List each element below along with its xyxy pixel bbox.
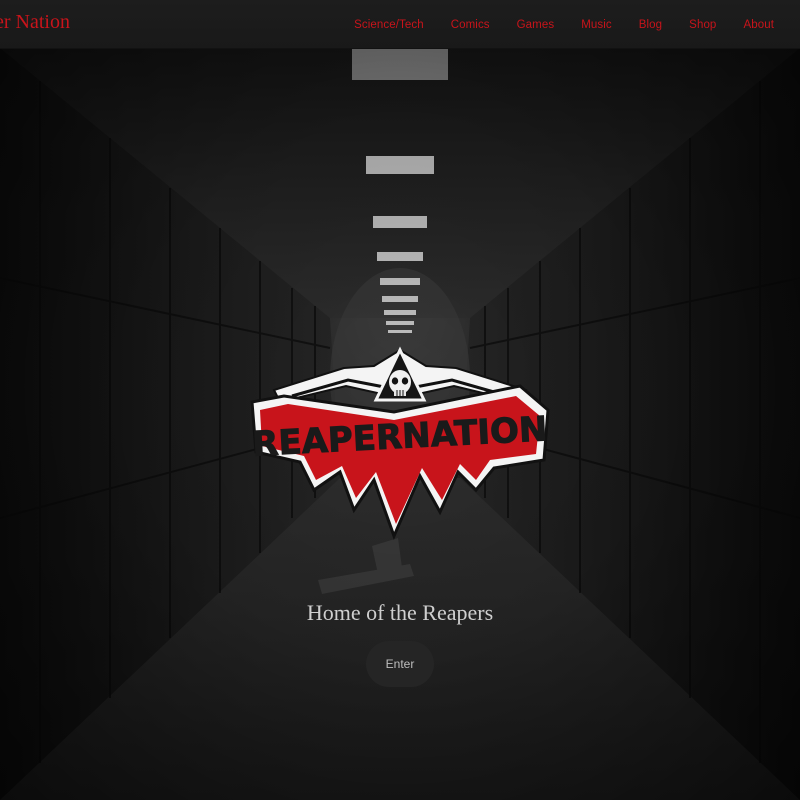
logo-graphic: REAPERNATION [250, 346, 550, 541]
nav-item-shop: Shop [689, 15, 716, 33]
nav-item-music: Music [581, 15, 612, 33]
page: er Nation Science/Tech Comics Games Musi… [0, 0, 800, 800]
reaper-nation-logo: REAPERNATION [244, 340, 556, 541]
nav-item-blog: Blog [639, 15, 662, 33]
nav-link-blog[interactable]: Blog [639, 19, 662, 31]
nav-link-science-tech[interactable]: Science/Tech [354, 19, 424, 31]
nav-item-science-tech: Science/Tech [354, 15, 424, 33]
enter-button[interactable]: Enter [366, 641, 434, 687]
nav-item-comics: Comics [451, 15, 490, 33]
nav-item-games: Games [517, 15, 555, 33]
brand-link[interactable]: er Nation [0, 11, 70, 34]
nav-link-shop[interactable]: Shop [689, 19, 716, 31]
nav-link-games[interactable]: Games [517, 19, 555, 31]
nav-link-about[interactable]: About [743, 19, 774, 31]
nav-item-about: About [743, 15, 774, 33]
nav-link-music[interactable]: Music [581, 19, 612, 31]
nav-link-comics[interactable]: Comics [451, 19, 490, 31]
nav-menu: Science/Tech Comics Games Music Blog Sho… [327, 0, 774, 48]
top-navbar: er Nation Science/Tech Comics Games Musi… [0, 0, 800, 49]
hero-tagline: Home of the Reapers [306, 600, 494, 625]
